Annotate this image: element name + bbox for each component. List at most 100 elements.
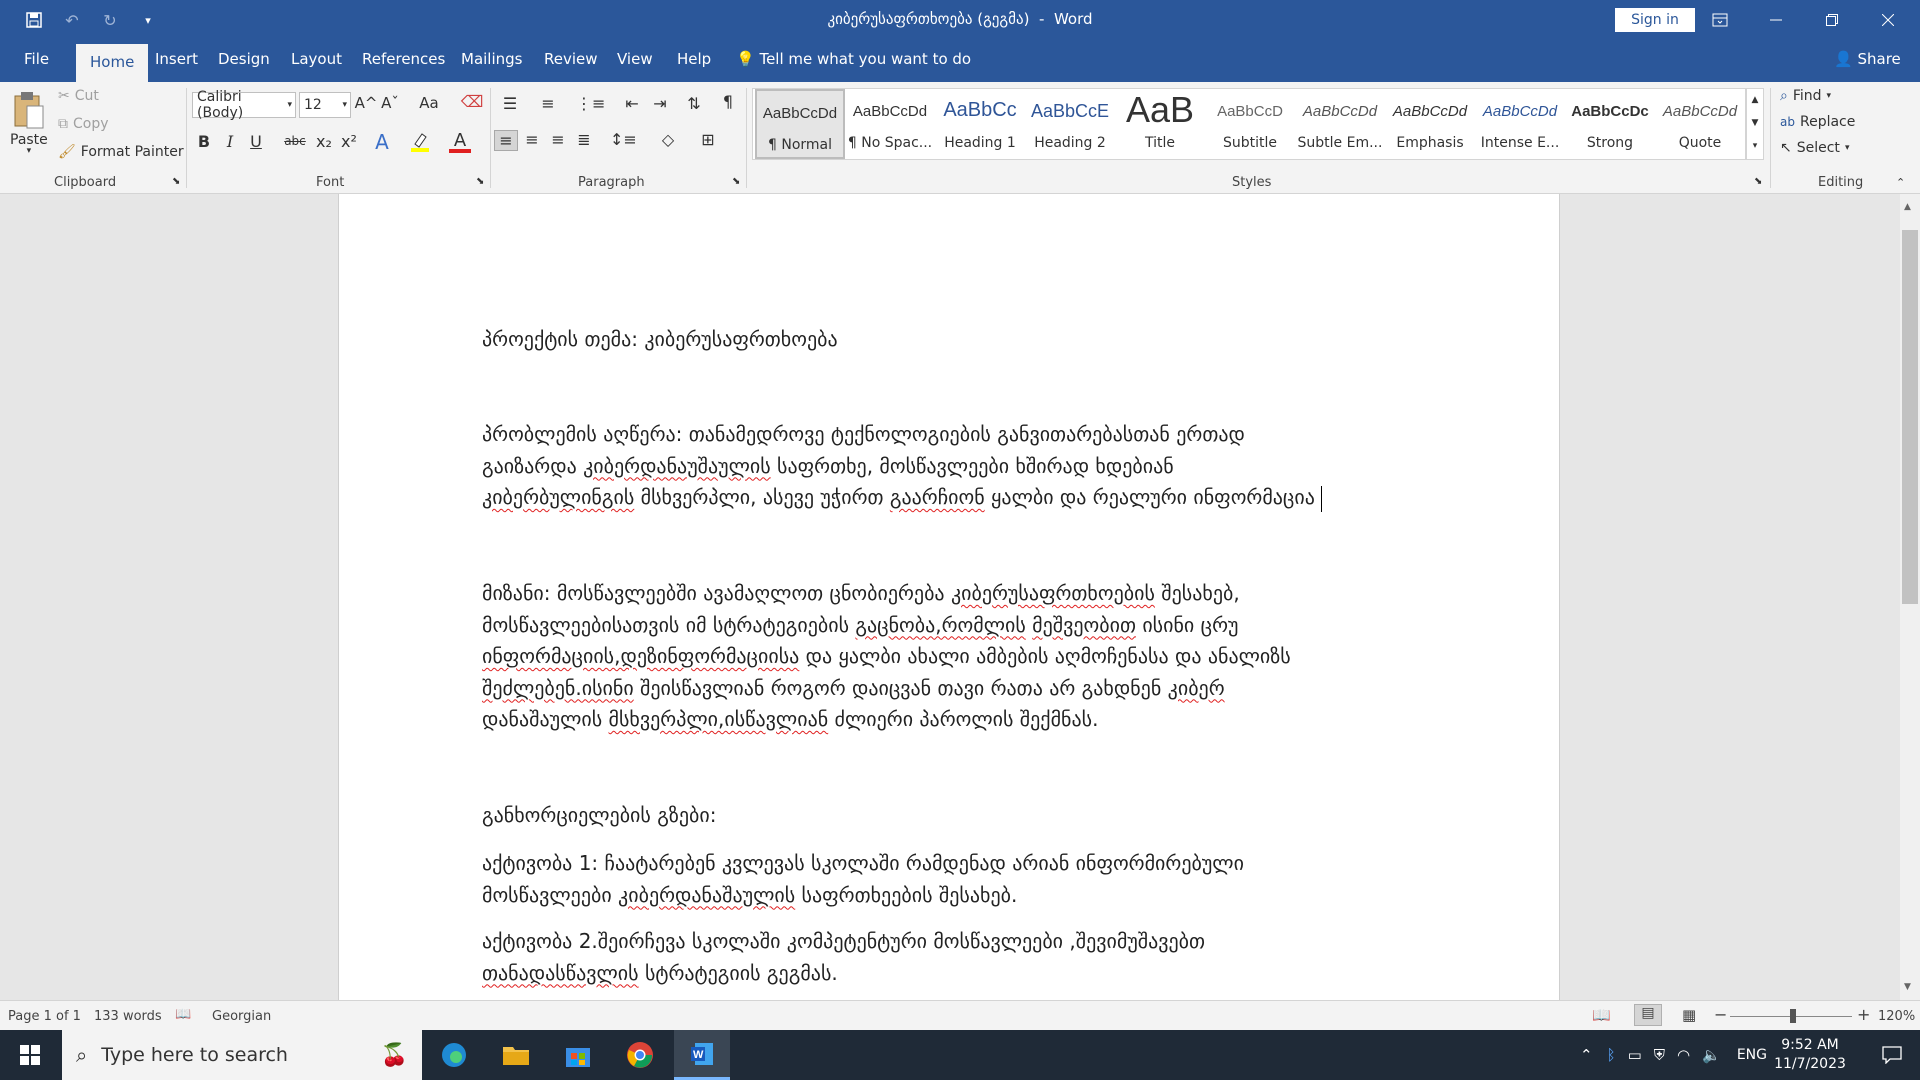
style-subtitle[interactable]: AaBbCcD Subtitle (1205, 89, 1295, 159)
dialog-launcher-icon[interactable]: ⬊ (172, 176, 180, 187)
tab-mailings[interactable]: Mailings (461, 50, 522, 68)
ribbon-display-options-icon[interactable] (1692, 0, 1748, 40)
document-page[interactable]: პროექტის თემა: კიბერუსაფრთხოება პრობლემი… (338, 194, 1560, 1000)
misspelled-word[interactable]: გაარჩიონ (890, 485, 985, 509)
align-center-icon[interactable]: ≡ (520, 130, 544, 149)
file-explorer-icon[interactable] (488, 1030, 544, 1080)
decrease-indent-icon[interactable]: ⇤ (620, 94, 644, 113)
style-emphasis[interactable]: AaBbCcDd Emphasis (1385, 89, 1475, 159)
misspelled-word[interactable]: მსხვერპლი,ისწავლიან (609, 707, 829, 731)
chevron-up-icon[interactable]: ▲ (1904, 202, 1911, 212)
web-layout-icon[interactable]: ▦ (1682, 1006, 1696, 1024)
italic-button[interactable]: I (218, 132, 242, 151)
grow-font-button[interactable]: A^ (354, 94, 378, 112)
edge-icon[interactable] (426, 1030, 482, 1080)
tab-design[interactable]: Design (218, 50, 270, 68)
misspelled-word[interactable]: კიბერ (1168, 676, 1225, 700)
multilevel-list-icon[interactable]: ⋮≡ (576, 94, 605, 113)
project-topic[interactable]: პროექტის თემა: კიბერუსაფრთხოება (482, 324, 1422, 356)
zoom-out-button[interactable]: − (1714, 1005, 1727, 1024)
misspelled-word[interactable]: თანადასწავლის (482, 961, 639, 985)
misspelled-word[interactable]: გაცნობა,რომლის (855, 613, 1025, 637)
clear-formatting-icon[interactable]: ⌫ (460, 92, 484, 111)
shrink-font-button[interactable]: Aˇ (378, 94, 402, 112)
chevron-up-icon[interactable]: ⌃ (1580, 1046, 1593, 1064)
tab-file[interactable]: File (24, 50, 49, 68)
show-formatting-button[interactable]: ¶ (716, 92, 740, 111)
replace-button[interactable]: ab Replace (1780, 114, 1855, 130)
zoom-level[interactable]: 120% (1878, 1009, 1915, 1024)
tab-review[interactable]: Review (544, 50, 598, 68)
goal-paragraph[interactable]: მიზანი: მოსწავლეებში ავამაღლოთ ცნობიერებ… (482, 578, 1422, 736)
activity-1-paragraph[interactable]: აქტივობა 1: ჩაატარებენ კვლევას სკოლაში რ… (482, 848, 1422, 911)
document-workspace[interactable]: პროექტის თემა: კიბერუსაფრთხოება პრობლემი… (0, 194, 1900, 1000)
cut-button[interactable]: ✂ Cut (58, 88, 99, 104)
find-button[interactable]: ⌕ Find ▾ (1780, 88, 1831, 104)
minimize-icon[interactable] (1748, 0, 1804, 40)
tell-me-search[interactable]: 💡 Tell me what you want to do (736, 50, 971, 68)
shading-icon[interactable]: ◇ (656, 130, 680, 149)
increase-indent-icon[interactable]: ⇥ (648, 94, 672, 113)
font-family-select[interactable]: Calibri (Body) ▾ (192, 89, 296, 121)
taskbar-search[interactable]: ⌕ Type here to search 🍒 (62, 1030, 422, 1080)
scrollbar-thumb[interactable] (1902, 230, 1918, 604)
superscript-button[interactable]: x² (337, 132, 361, 151)
copy-button[interactable]: ⧉ Copy (58, 116, 109, 132)
microsoft-store-icon[interactable] (550, 1030, 606, 1080)
justify-icon[interactable]: ≣ (572, 130, 596, 149)
dialog-launcher-icon[interactable]: ⬊ (732, 176, 740, 187)
subscript-button[interactable]: x₂ (312, 132, 336, 151)
change-case-button[interactable]: Aa (412, 94, 446, 112)
misspelled-word[interactable]: მეშვეობით (1032, 613, 1136, 637)
volume-icon[interactable]: 🔈 (1702, 1046, 1721, 1064)
windows-start-icon[interactable] (2, 1030, 58, 1080)
select-button[interactable]: ↖ Select ▾ (1780, 140, 1849, 156)
print-layout-icon[interactable]: ▤ (1634, 1004, 1662, 1026)
notifications-icon[interactable] (1868, 1030, 1916, 1080)
chrome-icon[interactable] (612, 1030, 668, 1080)
misspelled-word[interactable]: კიბერდანაშაულის (618, 883, 795, 907)
misspelled-word[interactable]: ინფორმაციის,დეზინფორმაციისა (482, 644, 799, 668)
page-count[interactable]: Page 1 of 1 (8, 1009, 81, 1024)
align-left-icon[interactable]: ≡ (494, 130, 518, 151)
style-intense-emphasis[interactable]: AaBbCcDd Intense E... (1475, 89, 1565, 159)
style-no-spacing[interactable]: AaBbCcDd ¶ No Spac... (845, 89, 935, 159)
tab-home[interactable]: Home (76, 44, 149, 82)
activity-2-paragraph[interactable]: აქტივობა 2.შეირჩევა სკოლაში კომპეტენტური… (482, 926, 1422, 989)
bluetooth-icon[interactable]: ᛒ (1607, 1046, 1616, 1064)
implementation-heading[interactable]: განხორციელების გზები: (482, 800, 1422, 832)
tab-references[interactable]: References (362, 50, 445, 68)
read-mode-icon[interactable]: 📖 (1592, 1006, 1611, 1024)
misspelled-word[interactable]: კიბერბულინგის (482, 485, 634, 509)
borders-icon[interactable]: ⊞ (696, 130, 720, 149)
style-subtle-emphasis[interactable]: AaBbCcDd Subtle Em... (1295, 89, 1385, 159)
paste-button[interactable]: Paste ▾ (10, 90, 48, 156)
language-indicator[interactable]: Georgian (212, 1009, 271, 1024)
format-painter-button[interactable]: 🖌 Format Painter (58, 144, 184, 160)
sign-in-button[interactable]: Sign in (1615, 8, 1695, 32)
style-strong[interactable]: AaBbCcDc Strong (1565, 89, 1655, 159)
taskbar-clock[interactable]: 9:52 AM 11/7/2023 (1752, 1036, 1868, 1074)
numbering-icon[interactable]: ≡ (536, 94, 560, 113)
line-spacing-icon[interactable]: ↕≡ (610, 130, 637, 149)
wifi-icon[interactable]: ◠ (1677, 1046, 1690, 1064)
chevron-down-icon[interactable]: ▼ (1747, 112, 1763, 135)
chevron-down-icon[interactable]: ▼ (1904, 982, 1911, 992)
highlight-icon[interactable] (408, 130, 432, 156)
font-color-button[interactable]: A (448, 130, 472, 153)
misspelled-word[interactable]: შეძლებენ.ისინი (482, 676, 634, 700)
bold-button[interactable]: B (192, 132, 216, 151)
misspelled-word[interactable]: კიბერდანაუშაულის (583, 454, 771, 478)
underline-button[interactable]: U (244, 132, 268, 151)
sort-icon[interactable]: ⇅ (682, 94, 706, 113)
font-size-select[interactable]: 12 ▾ (299, 92, 351, 118)
battery-icon[interactable]: ▭ (1628, 1046, 1642, 1064)
style-title[interactable]: AaB Title (1115, 89, 1205, 159)
problem-paragraph[interactable]: პრობლემის აღწერა: თანამედროვე ტექნოლოგიე… (482, 419, 1422, 514)
security-shield-icon[interactable]: ⛨ (1654, 1046, 1665, 1064)
dialog-launcher-icon[interactable]: ⬊ (476, 176, 484, 187)
strikethrough-button[interactable]: abc (278, 134, 312, 148)
style-normal[interactable]: AaBbCcDd ¶ Normal (755, 89, 845, 159)
proofing-icon[interactable]: 📖 (175, 1007, 191, 1022)
bullets-icon[interactable]: ☰ (498, 94, 522, 113)
